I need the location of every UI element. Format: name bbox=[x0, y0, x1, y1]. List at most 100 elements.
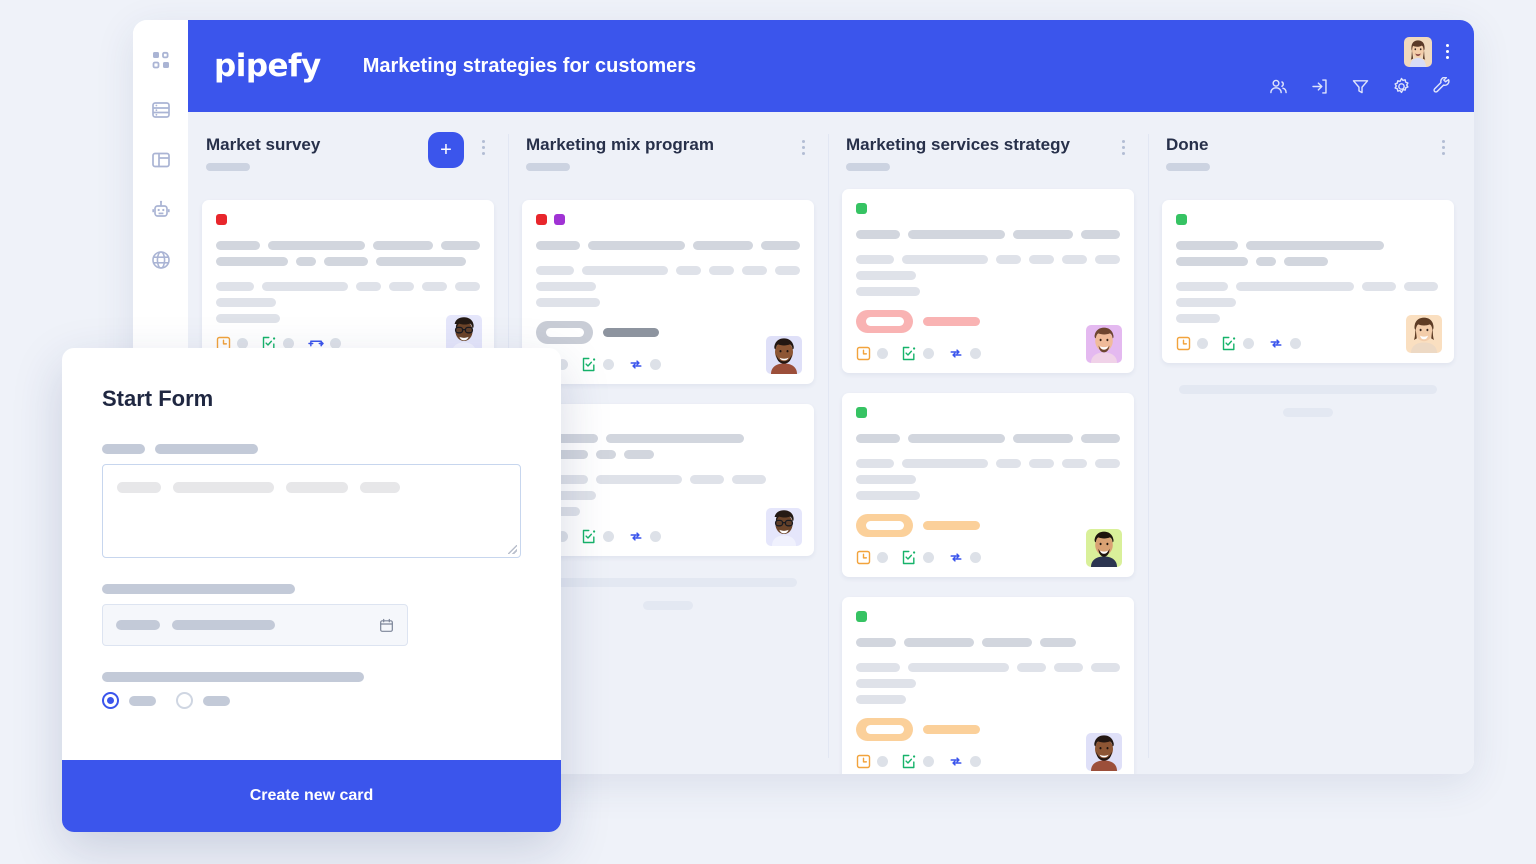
card[interactable] bbox=[842, 392, 1134, 577]
pipefy-logo[interactable]: pipefy bbox=[214, 50, 321, 82]
card-assignee-avatar[interactable] bbox=[766, 508, 802, 546]
label-chip[interactable] bbox=[554, 214, 565, 225]
database-icon bbox=[150, 99, 172, 121]
card-list bbox=[202, 200, 494, 363]
sync-icon[interactable] bbox=[628, 529, 644, 544]
card-list bbox=[842, 188, 1134, 774]
status-badge-bar bbox=[603, 328, 659, 337]
meta-dot bbox=[603, 359, 614, 370]
topbar-icon-bar bbox=[1269, 76, 1454, 96]
card[interactable] bbox=[522, 200, 814, 384]
filter-icon[interactable] bbox=[1351, 77, 1370, 96]
board-options-button[interactable] bbox=[1440, 43, 1454, 61]
column-options-button[interactable] bbox=[796, 138, 810, 156]
add-card-button[interactable]: + bbox=[428, 132, 464, 168]
board-column-marketing-services-strategy: Marketing services strategy bbox=[828, 112, 1148, 774]
column-options-button[interactable] bbox=[1436, 138, 1450, 156]
card-badge-row bbox=[856, 309, 1120, 333]
meta-dot bbox=[923, 347, 934, 359]
sync-icon[interactable] bbox=[1268, 336, 1284, 351]
meta-dot bbox=[1290, 338, 1301, 349]
resize-handle-icon[interactable] bbox=[508, 545, 517, 554]
column-title: Market survey bbox=[206, 135, 321, 154]
calendar-icon[interactable] bbox=[379, 618, 394, 633]
meta-dot bbox=[970, 755, 981, 767]
card-assignee-avatar[interactable] bbox=[766, 336, 802, 374]
sync-icon[interactable] bbox=[628, 357, 644, 372]
column-subtitle-skeleton bbox=[526, 162, 570, 171]
column-header: Marketing services strategy bbox=[842, 135, 1134, 171]
radio-option-label bbox=[203, 695, 230, 706]
members-icon[interactable] bbox=[1269, 77, 1288, 96]
checklist-icon[interactable] bbox=[902, 754, 917, 769]
status-badge-bar bbox=[923, 316, 980, 326]
meta-dot bbox=[1197, 338, 1208, 349]
card-assignee-avatar[interactable] bbox=[1086, 732, 1122, 771]
description-field-group bbox=[102, 444, 521, 558]
field-label-skeleton bbox=[102, 672, 521, 682]
label-chip[interactable] bbox=[216, 214, 227, 225]
card-assignee-avatar[interactable] bbox=[1406, 315, 1442, 353]
card-labels bbox=[856, 406, 1120, 418]
checklist-icon[interactable] bbox=[902, 346, 917, 361]
description-field[interactable] bbox=[102, 464, 521, 558]
sidebar-item-globe[interactable] bbox=[149, 248, 173, 272]
apps-grid-icon bbox=[150, 49, 172, 71]
meta-dot bbox=[970, 551, 981, 563]
column-options-button[interactable] bbox=[1116, 138, 1130, 156]
start-form-modal: Start Form Create new card bbox=[62, 348, 561, 832]
sidebar-item-apps-grid[interactable] bbox=[149, 48, 173, 72]
import-icon[interactable] bbox=[1310, 77, 1329, 96]
date-field[interactable] bbox=[102, 604, 408, 646]
card-assignee-avatar[interactable] bbox=[1086, 528, 1122, 567]
radio-option-unselected[interactable] bbox=[176, 692, 193, 709]
radio-group bbox=[102, 692, 521, 709]
sidebar-item-database[interactable] bbox=[149, 98, 173, 122]
choice-field-group bbox=[102, 672, 521, 709]
field-label-skeleton bbox=[102, 584, 521, 594]
field-label-skeleton bbox=[102, 444, 521, 454]
checklist-icon[interactable] bbox=[582, 357, 597, 372]
avatar[interactable] bbox=[1404, 36, 1432, 67]
checklist-icon[interactable] bbox=[1222, 336, 1237, 351]
checklist-icon[interactable] bbox=[582, 529, 597, 544]
wrench-icon[interactable] bbox=[1433, 76, 1452, 96]
label-chip[interactable] bbox=[856, 610, 867, 622]
topbar-right bbox=[1269, 20, 1454, 112]
checklist-icon[interactable] bbox=[902, 550, 917, 565]
column-subtitle-skeleton bbox=[1166, 162, 1210, 171]
label-chip[interactable] bbox=[1176, 214, 1187, 225]
robot-icon bbox=[150, 199, 172, 221]
sidebar-item-layout[interactable] bbox=[149, 148, 173, 172]
card-badge-row bbox=[536, 321, 800, 344]
column-subtitle-skeleton bbox=[206, 162, 250, 171]
due-date-icon[interactable] bbox=[856, 754, 871, 769]
gear-icon[interactable] bbox=[1392, 77, 1411, 96]
label-chip[interactable] bbox=[856, 202, 867, 214]
sync-icon[interactable] bbox=[948, 754, 964, 769]
column-header: Done bbox=[1162, 135, 1454, 182]
column-options-button[interactable] bbox=[476, 138, 490, 156]
label-chip[interactable] bbox=[536, 214, 547, 225]
card[interactable] bbox=[842, 596, 1134, 774]
meta-dot bbox=[650, 359, 661, 370]
card-assignee-avatar[interactable] bbox=[1086, 324, 1122, 363]
card-labels bbox=[216, 214, 480, 225]
card[interactable] bbox=[1162, 200, 1454, 363]
card[interactable] bbox=[522, 404, 814, 556]
due-date-icon[interactable] bbox=[1176, 336, 1191, 351]
label-chip[interactable] bbox=[856, 406, 867, 418]
board-column-done: Done bbox=[1148, 112, 1468, 774]
sidebar-item-robot[interactable] bbox=[149, 198, 173, 222]
create-new-card-button[interactable]: Create new card bbox=[62, 760, 561, 832]
radio-option-selected[interactable] bbox=[102, 692, 119, 709]
sync-icon[interactable] bbox=[948, 550, 964, 565]
card[interactable] bbox=[202, 200, 494, 363]
sync-icon[interactable] bbox=[948, 346, 964, 361]
date-field-group bbox=[102, 584, 521, 646]
meta-dot bbox=[923, 551, 934, 563]
card[interactable] bbox=[842, 188, 1134, 373]
due-date-icon[interactable] bbox=[856, 346, 871, 361]
status-badge-bar bbox=[923, 724, 980, 734]
due-date-icon[interactable] bbox=[856, 550, 871, 565]
